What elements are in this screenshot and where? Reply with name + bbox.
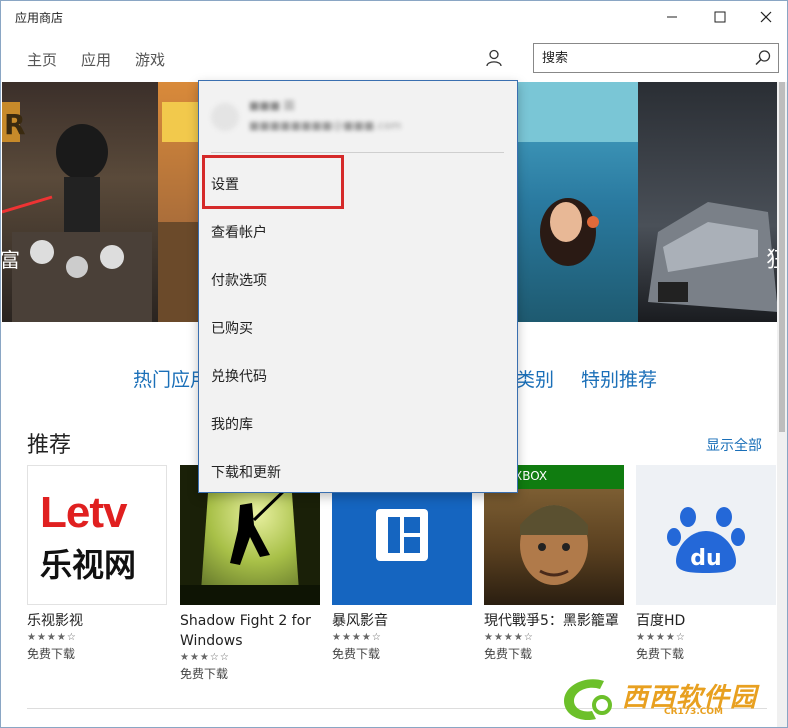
app-card-letv[interactable]: Letv 乐视网 乐视影视 ★★★★☆ 免费下载 — [27, 465, 167, 663]
menu-separator — [211, 152, 504, 153]
rating-stars: ★★★★☆ — [636, 632, 686, 643]
scrollbar-thumb[interactable] — [779, 82, 785, 432]
watermark-logo-icon — [564, 679, 612, 721]
menu-item-my-library[interactable]: 我的库 — [211, 414, 253, 434]
menu-item-view-account[interactable]: 查看帐户 — [211, 222, 267, 242]
app-card-shadowfight[interactable]: Shadow Fight 2 for Windows ★★★☆☆ 免费下载 — [180, 465, 320, 683]
hero-tile-minecraft[interactable] — [158, 82, 202, 322]
nav-games[interactable]: 游戏 — [135, 49, 165, 70]
close-button[interactable] — [743, 1, 787, 33]
app-name: 乐视影视 — [27, 613, 83, 629]
app-name: 暴风影音 — [332, 613, 388, 629]
search-box — [533, 43, 779, 73]
category-featured[interactable]: 特别推荐 — [581, 365, 657, 392]
app-name: Shadow Fight 2 for Windows — [180, 613, 311, 649]
starwars-artwork: R 富 — [2, 102, 152, 322]
minimize-icon — [667, 16, 677, 18]
price-label: 免费下载 — [332, 647, 381, 661]
menu-item-settings[interactable]: 设置 — [211, 174, 239, 194]
nav-home[interactable]: 主页 — [27, 49, 57, 70]
letv-logo-subtext: 乐视网 — [40, 546, 137, 584]
menu-item-redeem-code[interactable]: 兑换代码 — [211, 366, 267, 386]
rating-stars: ★★★★☆ — [27, 632, 77, 643]
baidu-paw-icon: du — [667, 507, 745, 573]
price-label: 免费下载 — [180, 667, 229, 681]
close-icon — [760, 11, 772, 23]
site-watermark: 西西软件园 CR173.COM — [556, 671, 786, 725]
maximize-button[interactable] — [697, 1, 743, 33]
maximize-icon — [714, 11, 726, 23]
search-input[interactable] — [534, 44, 760, 72]
app-name: 現代戰爭5：黑影籠罩 — [484, 613, 619, 629]
category-categories[interactable]: 类别 — [516, 365, 554, 392]
menu-item-purchased[interactable]: 已购买 — [211, 318, 253, 338]
minecraft-artwork — [158, 102, 202, 322]
section-title: 推荐 — [27, 433, 72, 458]
app-name: 百度HD — [636, 613, 686, 629]
hero-tile-starwars[interactable]: R 富 — [2, 82, 158, 322]
account-flyout-menu: ■■■ 圖 ■■■■■■■■@■■■.com 设置 查看帐户 付款选项 已购买 … — [198, 80, 518, 493]
rating-stars: ★★★☆☆ — [180, 652, 230, 663]
show-all-link[interactable]: 显示全部 — [706, 435, 762, 455]
window-title: 应用商店 — [15, 11, 64, 25]
racing-artwork: 狂 — [648, 202, 778, 312]
menu-item-payment-options[interactable]: 付款选项 — [211, 270, 267, 290]
user-icon[interactable] — [484, 48, 504, 68]
app-thumbnail: du — [636, 465, 776, 605]
hero-left-text: R — [4, 108, 26, 141]
hero-tile-movie[interactable] — [518, 82, 638, 322]
vertical-scrollbar[interactable] — [777, 82, 787, 727]
price-label: 免费下载 — [636, 647, 685, 661]
price-label: 免费下载 — [484, 647, 533, 661]
app-card-modernwar[interactable]: XBOX 現代戰爭5：黑影籠罩 ★★★★☆ 免费下载 — [484, 465, 624, 663]
watermark-url: CR173.COM — [664, 707, 723, 717]
hero-left-edge-text: 富 — [2, 248, 20, 272]
baidu-logo-text: du — [690, 546, 721, 571]
letv-logo-text: Letv — [40, 488, 127, 537]
account-avatar — [211, 103, 239, 131]
account-name: ■■■ 圖 — [249, 99, 295, 112]
account-email: ■■■■■■■■@■■■.com — [249, 119, 402, 132]
menu-item-downloads-updates[interactable]: 下载和更新 — [211, 462, 281, 482]
search-icon[interactable] — [754, 49, 772, 67]
nav-apps[interactable]: 应用 — [81, 49, 111, 70]
app-thumbnail: Letv 乐视网 — [27, 465, 167, 605]
hero-tile-racing[interactable]: 狂 — [638, 82, 778, 322]
rating-stars: ★★★★☆ — [332, 632, 382, 643]
title-bar: 应用商店 — [1, 1, 787, 33]
movie-artwork — [518, 82, 638, 266]
store-window: 应用商店 主页 应用 游戏 R — [0, 0, 788, 728]
price-label: 免费下载 — [27, 647, 76, 661]
app-card-baofeng[interactable]: 暴风影音 ★★★★☆ 免费下载 — [332, 465, 472, 663]
rating-stars: ★★★★☆ — [484, 632, 534, 643]
minimize-button[interactable] — [649, 1, 695, 33]
app-card-baidu[interactable]: du 百度HD ★★★★☆ 免费下载 — [636, 465, 776, 663]
